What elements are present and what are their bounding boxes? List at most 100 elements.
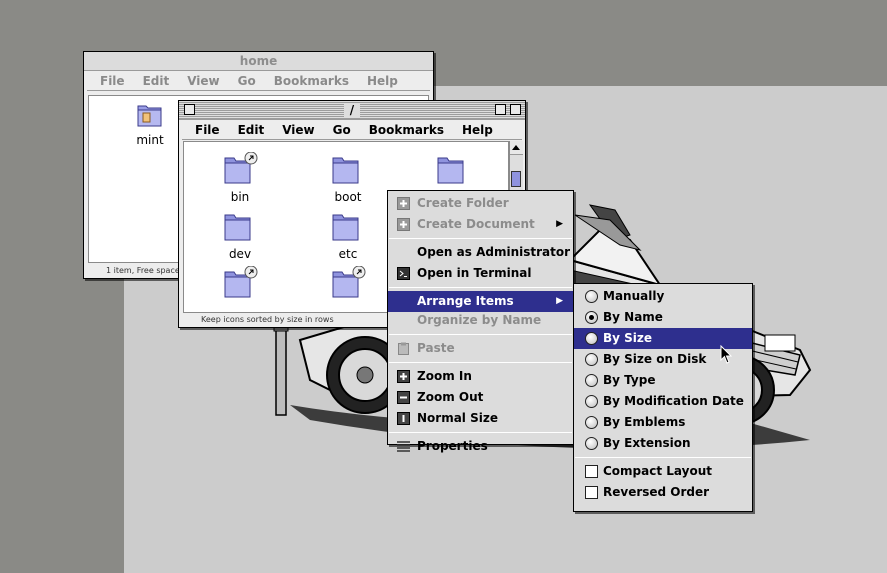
folder-item-etc[interactable]: etc (313, 209, 383, 261)
arrange-by-name[interactable]: By Name (574, 307, 752, 328)
menu-create-folder[interactable]: Create Folder (388, 193, 573, 214)
close-box-icon[interactable] (184, 104, 195, 115)
root-menu-edit[interactable]: Edit (229, 120, 274, 139)
menu-open-in-terminal[interactable]: Open in Terminal (388, 263, 573, 284)
home-window-titlebar[interactable]: home (84, 52, 433, 71)
folder-item-partial[interactable] (418, 152, 488, 189)
menu-item-label: Reversed Order (603, 485, 710, 499)
home-menu-help[interactable]: Help (358, 71, 407, 90)
menu-item-label: Compact Layout (603, 464, 712, 478)
menu-create-document[interactable]: Create Document ▶ (388, 214, 573, 235)
folder-icon (437, 157, 464, 184)
menu-item-label: By Size on Disk (603, 352, 707, 366)
radio-icon (585, 374, 598, 387)
menu-zoom-in[interactable]: Zoom In (388, 366, 573, 387)
menu-item-label: Zoom Out (417, 390, 484, 404)
radio-icon (585, 332, 598, 345)
folder-icon (224, 214, 251, 241)
menu-item-label: Manually (603, 289, 665, 303)
menu-normal-size[interactable]: Normal Size (388, 408, 573, 429)
menu-properties[interactable]: Properties (388, 436, 573, 457)
folder-item-dev[interactable]: dev (205, 209, 275, 261)
menu-item-label: Normal Size (417, 411, 498, 425)
menu-item-label: Paste (417, 341, 455, 355)
folder-item-boot[interactable]: boot (313, 152, 383, 204)
arrange-by-emblems[interactable]: By Emblems (574, 412, 752, 433)
folder-item-mint[interactable]: mint (115, 99, 185, 147)
checkbox-icon (585, 486, 598, 499)
arrange-manually[interactable]: Manually (574, 286, 752, 307)
folder-label: etc (338, 247, 358, 261)
home-menu-file[interactable]: File (91, 71, 134, 90)
clipboard-icon (398, 342, 409, 355)
radio-icon (585, 437, 598, 450)
arrange-by-extension[interactable]: By Extension (574, 433, 752, 454)
folder-icon (224, 151, 258, 184)
home-menu-go[interactable]: Go (229, 71, 265, 90)
root-menu-go[interactable]: Go (324, 120, 360, 139)
radio-icon (585, 353, 598, 366)
menu-open-as-administrator[interactable]: Open as Administrator (388, 242, 573, 263)
menu-separator (389, 287, 572, 288)
submenu-arrow-icon: ▶ (556, 219, 563, 229)
arrange-by-type[interactable]: By Type (574, 370, 752, 391)
home-menu-view[interactable]: View (178, 71, 228, 90)
menu-item-label: Zoom In (417, 369, 472, 383)
scroll-thumb[interactable] (511, 171, 521, 187)
normal-size-icon (397, 412, 410, 425)
root-window-title: / (343, 103, 361, 117)
menu-item-label: Arrange Items (417, 294, 514, 308)
toggle-reversed-order[interactable]: Reversed Order (574, 482, 752, 503)
home-menu-edit[interactable]: Edit (134, 71, 179, 90)
root-menu-bookmarks[interactable]: Bookmarks (360, 120, 453, 139)
scroll-up-arrow-icon[interactable] (510, 141, 523, 155)
root-menu-help[interactable]: Help (453, 120, 502, 139)
menu-paste[interactable]: Paste (388, 338, 573, 359)
folder-label: boot (334, 190, 362, 204)
root-window-titlebar[interactable]: / (179, 101, 525, 120)
zoom-out-icon (397, 391, 410, 404)
menu-item-label: By Name (603, 310, 663, 324)
radio-icon (585, 290, 598, 303)
folder-item-link-1[interactable] (205, 265, 275, 303)
folder-item-bin[interactable]: bin (205, 151, 275, 204)
collapse-box-icon[interactable] (510, 104, 521, 115)
home-menu-bookmarks[interactable]: Bookmarks (265, 71, 358, 90)
context-menu: Create Folder Create Document ▶ Open as … (387, 190, 574, 453)
menu-zoom-out[interactable]: Zoom Out (388, 387, 573, 408)
radio-icon (585, 416, 598, 429)
root-menu-file[interactable]: File (186, 120, 229, 139)
plus-icon (397, 197, 410, 210)
menu-item-label: Open in Terminal (417, 266, 532, 280)
menu-item-label: By Size (603, 331, 653, 345)
arrange-by-modification-date[interactable]: By Modification Date (574, 391, 752, 412)
menu-separator (575, 457, 751, 458)
terminal-icon (397, 267, 410, 280)
arrange-items-submenu: Manually By Name By Size By Size on Disk… (573, 283, 753, 512)
menu-arrange-items[interactable]: Arrange Items ▶ (388, 291, 573, 312)
home-menubar: File Edit View Go Bookmarks Help (87, 71, 430, 91)
root-menubar: File Edit View Go Bookmarks Help (182, 120, 522, 140)
folder-icon (332, 157, 359, 184)
menu-item-label: Open as Administrator (417, 245, 571, 259)
checkbox-icon (585, 465, 598, 478)
zoom-box-icon[interactable] (495, 104, 506, 115)
folder-icon (332, 214, 359, 241)
toggle-compact-layout[interactable]: Compact Layout (574, 461, 752, 482)
home-window-title: home (239, 54, 278, 68)
folder-label: bin (230, 190, 250, 204)
properties-icon (397, 441, 410, 452)
menu-item-label: Organize by Name (417, 313, 542, 327)
root-menu-view[interactable]: View (273, 120, 323, 139)
radio-icon (585, 395, 598, 408)
menu-separator (389, 362, 572, 363)
folder-item-link-2[interactable] (313, 265, 383, 303)
menu-separator (389, 432, 572, 433)
home-status-text: 1 item, Free space (106, 266, 180, 275)
mouse-pointer-icon (720, 345, 733, 364)
menu-item-label: By Modification Date (603, 394, 744, 408)
plus-icon (397, 218, 410, 231)
menu-item-label: By Type (603, 373, 656, 387)
menu-organize-by-name[interactable]: Organize by Name (388, 312, 573, 331)
menu-item-label: Properties (417, 439, 488, 453)
